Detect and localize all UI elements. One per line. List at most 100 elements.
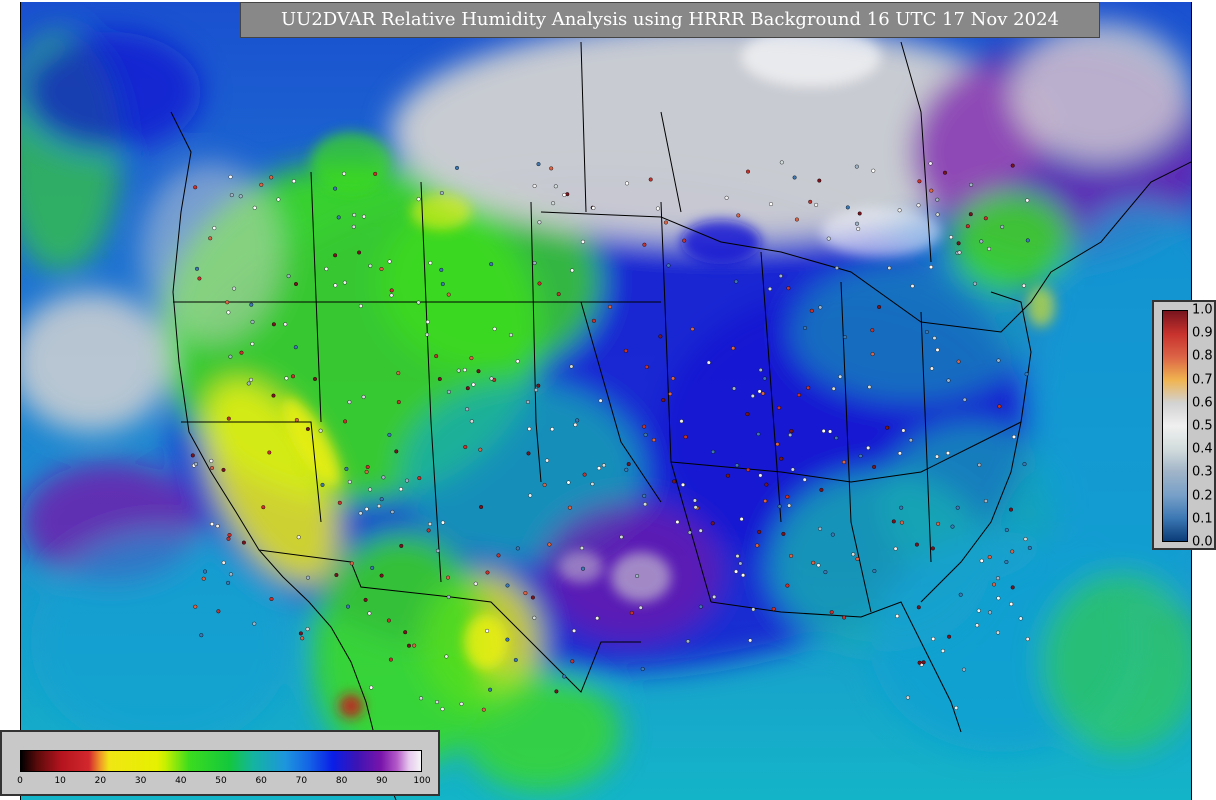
station-dot <box>842 615 847 620</box>
station-dot <box>698 528 703 533</box>
station-dot <box>417 476 422 481</box>
station-dot <box>979 558 984 563</box>
station-dot <box>361 394 366 399</box>
background-colorbar-tick: 80 <box>335 776 348 786</box>
station-dot <box>379 573 384 578</box>
station-dot <box>226 310 231 315</box>
station-dot <box>505 583 510 588</box>
station-dot <box>252 621 257 626</box>
station-dot <box>216 609 221 614</box>
station-dot <box>936 521 941 526</box>
station-dot <box>446 595 451 600</box>
station-dot <box>300 636 305 641</box>
station-dot <box>598 398 603 403</box>
station-dot <box>515 546 520 551</box>
station-dot <box>478 447 483 452</box>
station-dot <box>764 482 769 487</box>
station-dot <box>965 224 970 229</box>
station-dot <box>666 263 671 268</box>
station-dot <box>435 700 440 705</box>
station-dot <box>390 509 395 514</box>
station-dot <box>734 569 739 574</box>
station-dot <box>485 570 490 575</box>
station-dot <box>209 466 214 471</box>
station-dot <box>352 212 357 217</box>
station-dot <box>658 334 663 339</box>
station-dot <box>336 215 341 220</box>
station-dot <box>373 171 378 176</box>
station-dot <box>226 536 231 541</box>
station-dot <box>1010 549 1015 554</box>
station-dot <box>987 555 992 560</box>
station-dot <box>398 487 403 492</box>
station-dot <box>672 479 677 484</box>
station-dot <box>368 487 373 492</box>
station-dot <box>334 573 339 578</box>
station-dot <box>917 660 922 665</box>
humidity-region <box>461 672 621 792</box>
station-dot <box>386 618 391 623</box>
station-dot <box>259 182 264 187</box>
station-dot <box>623 348 628 353</box>
station-dot <box>362 214 367 219</box>
station-dot <box>803 326 808 331</box>
station-dot <box>818 305 823 310</box>
station-dot <box>681 482 686 487</box>
station-dot <box>640 667 645 672</box>
station-dot <box>396 371 401 376</box>
station-dot <box>687 530 692 535</box>
station-dot <box>956 359 961 364</box>
observation-colorbar-tick: 0.8 <box>1192 348 1213 364</box>
station-dot <box>343 419 348 424</box>
observation-colorbar: 0.0 0.1 0.2 0.3 0.4 0.5 0.6 0.7 0.8 0.9 1.0 <box>1152 300 1216 550</box>
station-dot <box>227 533 232 538</box>
station-dot <box>394 449 399 454</box>
station-dot <box>387 432 392 437</box>
station-dot <box>779 160 784 165</box>
station-dot <box>601 463 606 468</box>
station-dot <box>496 553 501 558</box>
station-dot <box>333 253 338 258</box>
station-dot <box>381 475 386 480</box>
observation-colorbar-tick: 0.2 <box>1192 488 1213 504</box>
station-dot <box>877 305 882 310</box>
station-dot <box>440 282 445 287</box>
station-dot <box>928 161 933 166</box>
station-dot <box>940 648 945 653</box>
station-dot <box>582 472 587 477</box>
background-colorbar-gradient <box>20 750 422 772</box>
station-dot <box>916 203 921 208</box>
station-dot <box>842 460 847 465</box>
station-dot <box>1012 434 1017 439</box>
station-dot <box>891 519 896 524</box>
station-dot <box>830 532 835 537</box>
station-dot <box>814 202 819 207</box>
station-dot <box>929 188 934 193</box>
background-colorbar-tick: 20 <box>94 776 107 786</box>
station-dot <box>1025 637 1030 642</box>
station-dot <box>250 341 255 346</box>
station-dot <box>734 279 739 284</box>
station-dot <box>523 591 528 596</box>
station-dot <box>870 328 875 333</box>
station-dot <box>806 385 811 390</box>
station-dot <box>976 608 981 613</box>
station-dot <box>412 643 417 648</box>
station-dot <box>855 221 860 226</box>
map-area[interactable] <box>20 2 1192 800</box>
station-dot <box>946 378 951 383</box>
station-dot <box>294 282 299 287</box>
station-dot <box>357 250 362 255</box>
observation-colorbar-tick: 0.0 <box>1192 534 1213 550</box>
background-colorbar-tick: 30 <box>134 776 147 786</box>
station-dot <box>324 266 329 271</box>
station-dot <box>271 393 276 398</box>
station-dot <box>566 480 571 485</box>
station-dot <box>996 630 1001 635</box>
station-dot <box>226 416 231 421</box>
station-dot <box>872 464 877 469</box>
station-dot <box>370 565 375 570</box>
station-dot <box>399 543 404 548</box>
station-dot <box>821 429 826 434</box>
station-dot <box>197 276 202 281</box>
